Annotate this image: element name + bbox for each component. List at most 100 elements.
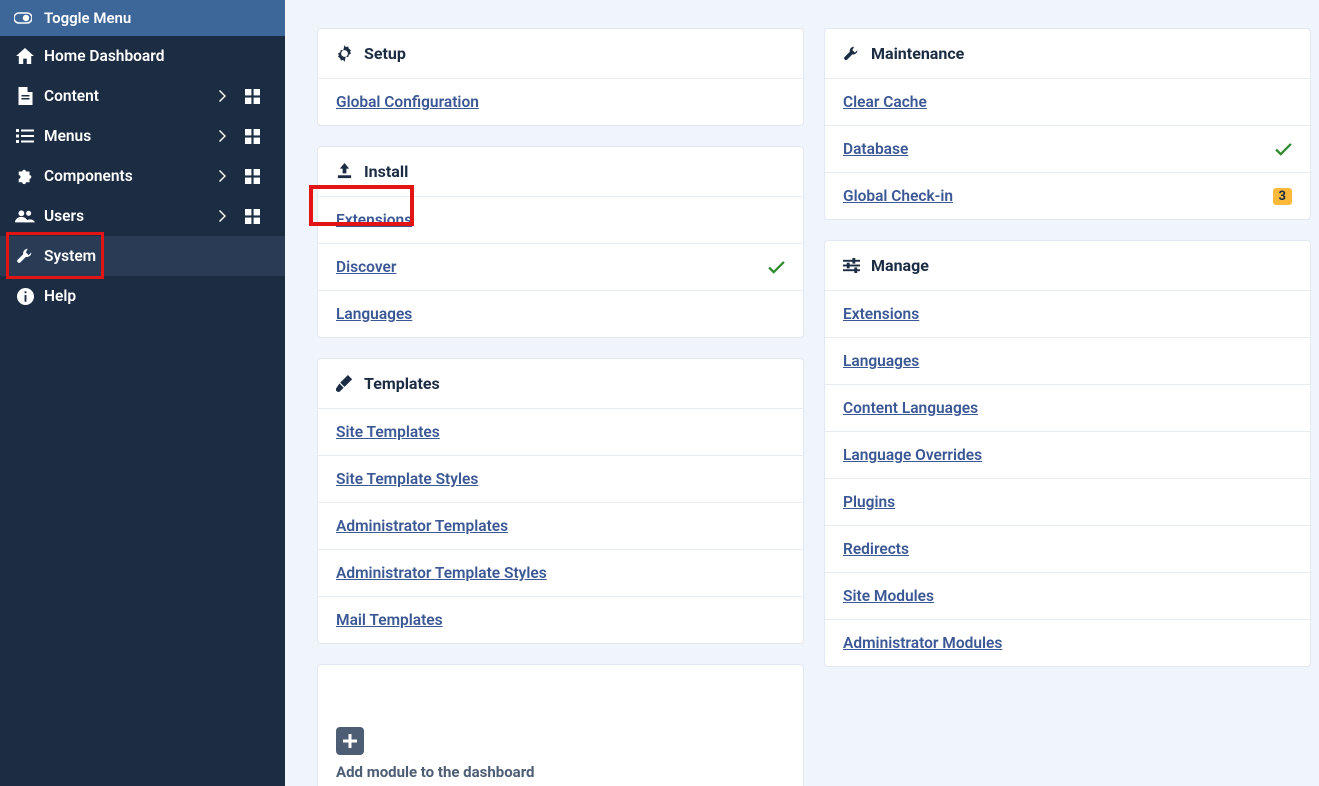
redirects-link[interactable]: Redirects: [843, 540, 909, 558]
toggle-menu-label: Toggle Menu: [44, 9, 131, 27]
sidebar: Toggle Menu Home Dashboard Content Menus…: [0, 0, 285, 786]
panel-row: Redirects: [825, 525, 1310, 572]
panel-row: Site Modules: [825, 572, 1310, 619]
clear-cache-link[interactable]: Clear Cache: [843, 93, 927, 111]
panel-title: Setup: [364, 44, 406, 63]
sidebar-item-help[interactable]: Help: [0, 276, 285, 316]
panel-row: Languages: [825, 337, 1310, 384]
sidebar-item-users[interactable]: Users: [0, 196, 285, 236]
grid-icon[interactable]: [245, 129, 271, 144]
wrench-icon: [14, 247, 36, 265]
panel-row: Global Configuration: [318, 78, 803, 125]
manage-panel: Manage Extensions Languages Content Lang…: [824, 240, 1311, 667]
panel-row: Site Template Styles: [318, 455, 803, 502]
panel-row: Plugins: [825, 478, 1310, 525]
sidebar-item-content[interactable]: Content: [0, 76, 285, 116]
plugins-link[interactable]: Plugins: [843, 493, 895, 511]
wrench-icon: [843, 45, 865, 62]
sidebar-label: Content: [44, 87, 219, 105]
templates-panel: Templates Site Templates Site Template S…: [317, 358, 804, 644]
panel-row: Administrator Templates: [318, 502, 803, 549]
install-panel: Install Extensions Discover Languages: [317, 146, 804, 338]
chevron-right-icon: [219, 130, 245, 142]
sidebar-label: System: [44, 247, 271, 265]
panel-title: Install: [364, 162, 408, 181]
grid-icon[interactable]: [245, 209, 271, 224]
panel-title: Manage: [871, 256, 929, 275]
brush-icon: [336, 375, 358, 392]
toggle-icon: [14, 11, 36, 25]
grid-icon[interactable]: [245, 89, 271, 104]
list-icon: [14, 129, 36, 143]
sidebar-label: Help: [44, 287, 271, 305]
panel-title: Templates: [364, 374, 440, 393]
panel-row: Content Languages: [825, 384, 1310, 431]
add-module-panel: Add module to the dashboard: [317, 664, 804, 786]
sidebar-item-system[interactable]: System: [0, 236, 285, 276]
admin-templates-link[interactable]: Administrator Templates: [336, 517, 508, 535]
admin-template-styles-link[interactable]: Administrator Template Styles: [336, 564, 547, 582]
sidebar-label: Home Dashboard: [44, 47, 271, 65]
install-extensions-link[interactable]: Extensions: [336, 211, 412, 229]
panel-row: Site Templates: [318, 408, 803, 455]
right-column: Maintenance Clear Cache Database Global …: [824, 28, 1311, 786]
install-languages-link[interactable]: Languages: [336, 305, 412, 323]
content-languages-link[interactable]: Content Languages: [843, 399, 978, 417]
sidebar-item-home[interactable]: Home Dashboard: [0, 36, 285, 76]
panel-row: Language Overrides: [825, 431, 1310, 478]
panel-row: Administrator Modules: [825, 619, 1310, 666]
panel-row: Extensions: [318, 196, 803, 243]
info-icon: [14, 288, 36, 305]
maintenance-panel: Maintenance Clear Cache Database Global …: [824, 28, 1311, 220]
language-overrides-link[interactable]: Language Overrides: [843, 446, 982, 464]
mail-templates-link[interactable]: Mail Templates: [336, 611, 443, 629]
panel-row: Clear Cache: [825, 78, 1310, 125]
panel-row: Extensions: [825, 290, 1310, 337]
panel-header: Manage: [825, 241, 1310, 290]
panel-row: Administrator Template Styles: [318, 549, 803, 596]
panel-row: Languages: [318, 290, 803, 337]
sidebar-label: Users: [44, 207, 219, 225]
sidebar-label: Menus: [44, 127, 219, 145]
site-modules-link[interactable]: Site Modules: [843, 587, 934, 605]
panel-row: Mail Templates: [318, 596, 803, 643]
admin-modules-link[interactable]: Administrator Modules: [843, 634, 1002, 652]
add-module-label: Add module to the dashboard: [336, 763, 785, 781]
gear-icon: [336, 45, 358, 62]
left-column: Setup Global Configuration Install Exten…: [317, 28, 804, 786]
panel-header: Templates: [318, 359, 803, 408]
site-template-styles-link[interactable]: Site Template Styles: [336, 470, 478, 488]
checkin-badge: 3: [1273, 188, 1292, 205]
database-link[interactable]: Database: [843, 140, 908, 158]
users-icon: [14, 209, 36, 223]
panel-title: Maintenance: [871, 44, 964, 63]
panel-header: Setup: [318, 29, 803, 78]
panel-header: Maintenance: [825, 29, 1310, 78]
file-icon: [14, 87, 36, 105]
check-icon: [768, 261, 785, 274]
panel-header: Install: [318, 147, 803, 196]
manage-extensions-link[interactable]: Extensions: [843, 305, 919, 323]
panel-row: Global Check-in 3: [825, 172, 1310, 219]
sliders-icon: [843, 258, 865, 273]
puzzle-icon: [14, 167, 36, 185]
sidebar-label: Components: [44, 167, 219, 185]
toggle-menu-button[interactable]: Toggle Menu: [0, 0, 285, 36]
upload-icon: [336, 163, 358, 180]
sidebar-item-menus[interactable]: Menus: [0, 116, 285, 156]
chevron-right-icon: [219, 90, 245, 102]
manage-languages-link[interactable]: Languages: [843, 352, 919, 370]
global-configuration-link[interactable]: Global Configuration: [336, 93, 479, 111]
chevron-right-icon: [219, 210, 245, 222]
panel-row: Database: [825, 125, 1310, 172]
check-icon: [1275, 143, 1292, 156]
chevron-right-icon: [219, 170, 245, 182]
sidebar-item-components[interactable]: Components: [0, 156, 285, 196]
panel-row: Discover: [318, 243, 803, 290]
grid-icon[interactable]: [245, 169, 271, 184]
global-checkin-link[interactable]: Global Check-in: [843, 187, 953, 205]
install-discover-link[interactable]: Discover: [336, 258, 396, 276]
setup-panel: Setup Global Configuration: [317, 28, 804, 126]
site-templates-link[interactable]: Site Templates: [336, 423, 440, 441]
add-module-button[interactable]: [336, 727, 364, 755]
